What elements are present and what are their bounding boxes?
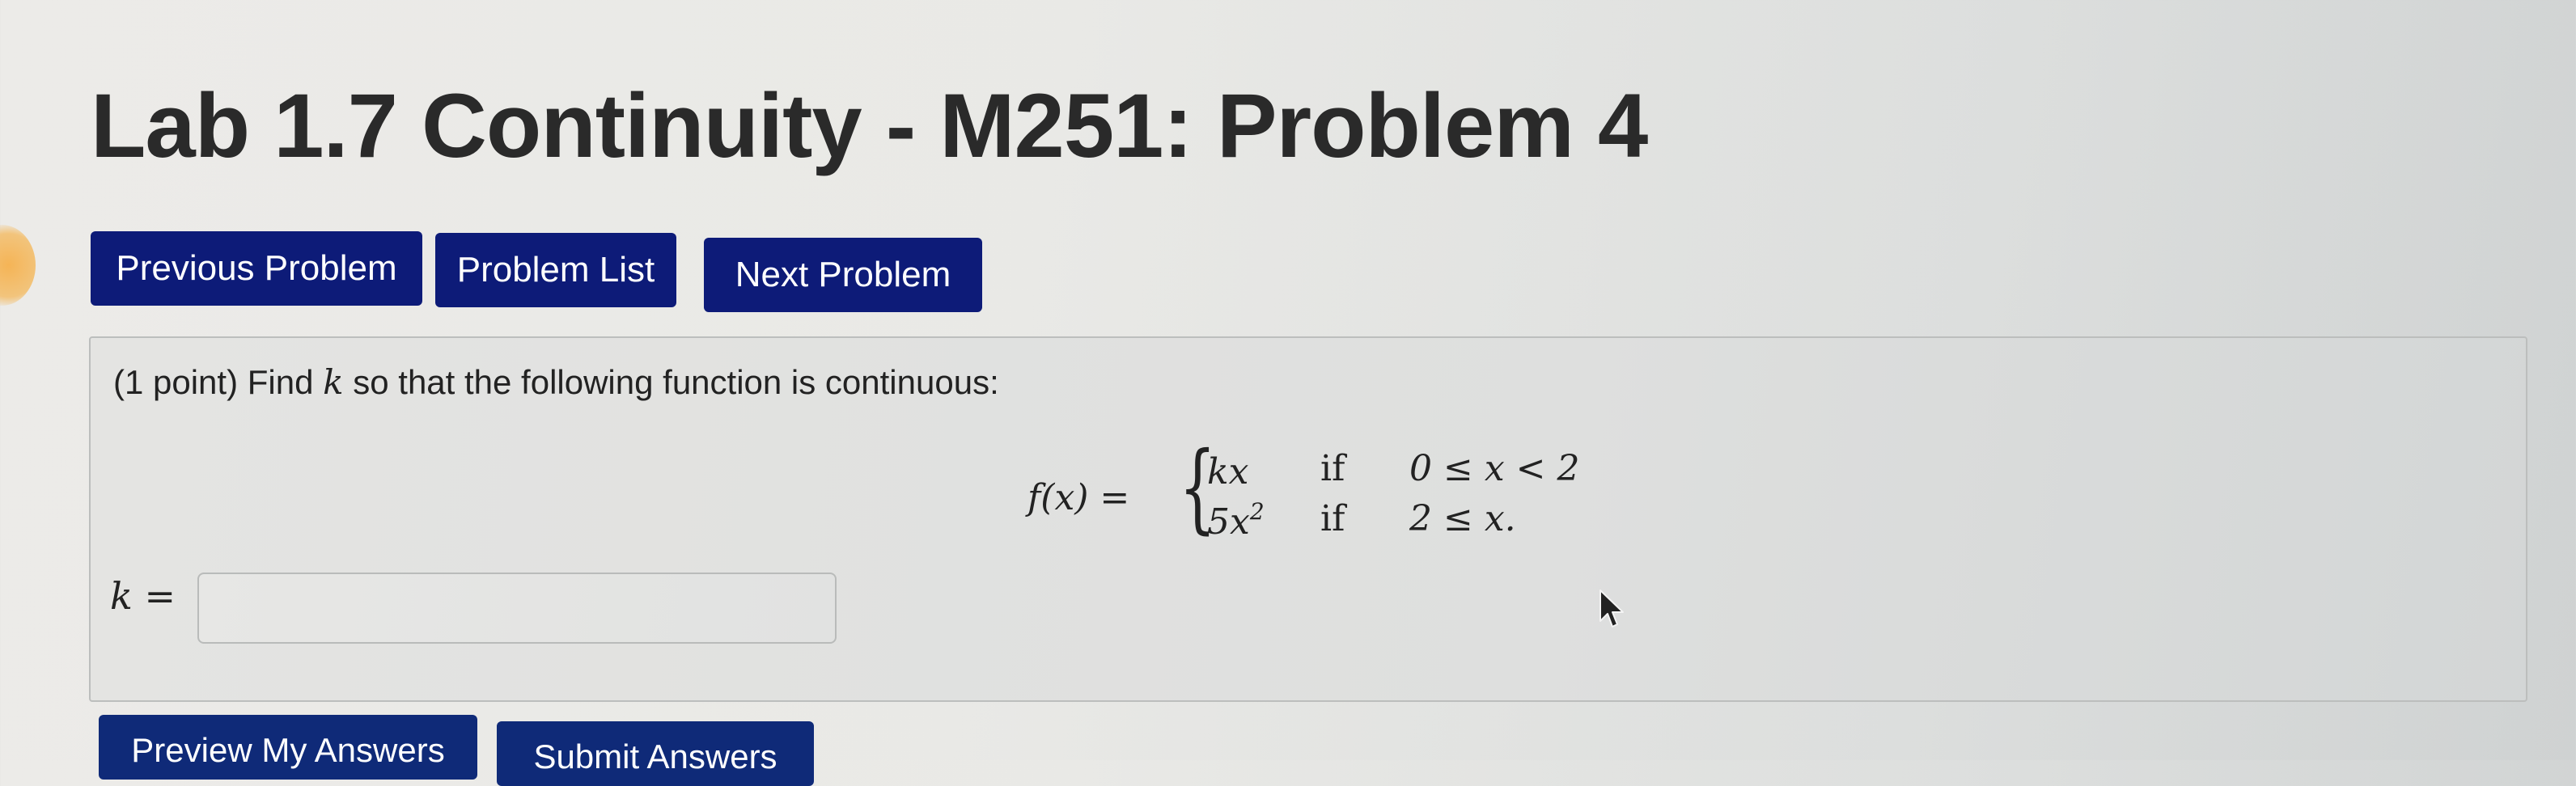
preview-answers-button[interactable]: Preview My Answers	[99, 715, 477, 780]
answer-label: k =	[110, 574, 176, 618]
mouse-pointer-icon	[1599, 590, 1624, 628]
case-condition: 2 ≤ x.	[1409, 498, 1516, 539]
piecewise-function: f(x) = { kx if 0 ≤ x < 2 5x2 if 2 ≤ x.	[1027, 440, 1626, 550]
next-problem-button[interactable]: Next Problem	[704, 238, 982, 312]
case-if: if	[1320, 448, 1345, 489]
submit-answers-button[interactable]: Submit Answers	[497, 721, 814, 786]
problem-list-button[interactable]: Problem List	[435, 233, 676, 307]
problem-points: (1 point)	[113, 363, 239, 401]
case-if: if	[1320, 498, 1345, 539]
page-title: Lab 1.7 Continuity - M251: Problem 4	[91, 75, 1648, 176]
answer-input[interactable]	[197, 573, 837, 644]
previous-problem-button[interactable]: Previous Problem	[91, 231, 422, 306]
orange-blob-decoration	[0, 225, 36, 306]
case-expression: kx	[1207, 451, 1249, 492]
statement-prefix: Find	[238, 363, 324, 401]
statement-suffix: so that the following function is contin…	[343, 363, 999, 401]
problem-statement: (1 point) Find k so that the following f…	[113, 362, 999, 402]
variable-k: k	[323, 362, 344, 402]
case-expression: 5x2	[1207, 498, 1265, 543]
function-label: f(x) =	[1027, 477, 1130, 518]
case-condition: 0 ≤ x < 2	[1409, 448, 1580, 489]
